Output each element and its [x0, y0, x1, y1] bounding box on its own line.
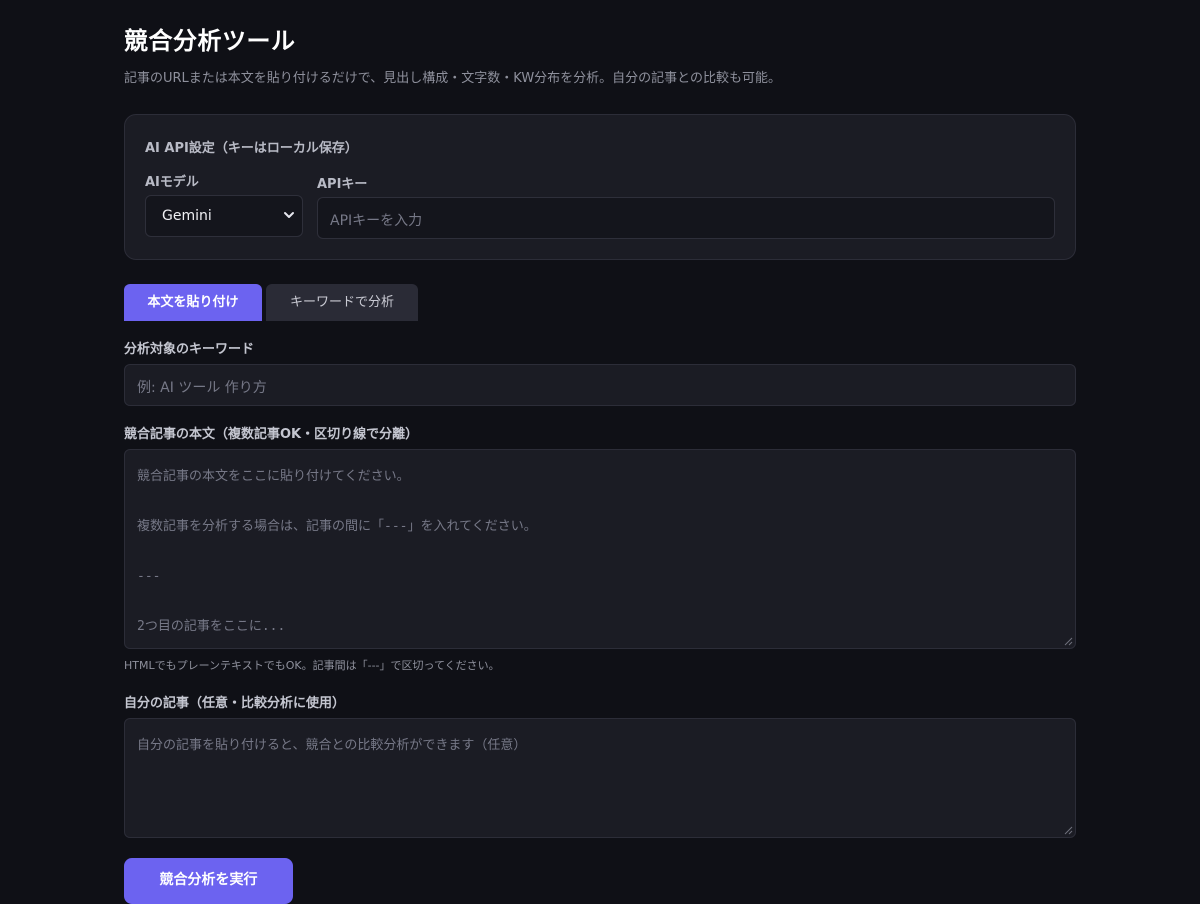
resize-grip-icon[interactable] — [1064, 637, 1073, 646]
tab-keyword-analysis[interactable]: キーワードで分析 — [266, 284, 418, 321]
keyword-label: 分析対象のキーワード — [124, 342, 255, 357]
keyword-input[interactable]: 例: AI ツール 作り方 — [124, 364, 1076, 406]
competitor-text-hint: HTMLでもプレーンテキストでもOK。記事間は「---」で区切ってください。 — [124, 659, 500, 672]
competitor-text-area[interactable]: 競合記事の本文をここに貼り付けてください。 複数記事を分析する場合は、記事の間に… — [124, 449, 1076, 649]
api-settings-title: AI API設定（キーはローカル保存） — [145, 141, 358, 156]
keyword-placeholder: 例: AI ツール 作り方 — [137, 380, 267, 396]
tab-paste-text[interactable]: 本文を貼り付け — [124, 284, 262, 321]
own-article-label: 自分の記事（任意・比較分析に使用） — [124, 696, 346, 711]
api-settings-card: AI API設定（キーはローカル保存） AIモデル Gemini APIキー A… — [124, 114, 1076, 260]
competitor-text-label: 競合記事の本文（複数記事OK・区切り線で分離） — [124, 427, 419, 442]
page-title: 競合分析ツール — [124, 27, 296, 55]
model-select-value: Gemini — [162, 208, 212, 224]
resize-grip-icon[interactable] — [1064, 826, 1073, 835]
model-select[interactable]: Gemini — [145, 195, 303, 237]
page-description: 記事のURLまたは本文を貼り付けるだけで、見出し構成・文字数・KW分布を分析。自… — [124, 71, 782, 86]
api-key-input[interactable]: APIキーを入力 — [317, 197, 1055, 239]
api-key-placeholder: APIキーを入力 — [330, 213, 423, 229]
own-article-placeholder: 自分の記事を貼り付けると、競合との比較分析ができます（任意） — [137, 738, 527, 753]
competitor-text-placeholder: 競合記事の本文をここに貼り付けてください。 複数記事を分析する場合は、記事の間に… — [137, 469, 537, 634]
chevron-down-icon — [284, 212, 294, 218]
api-key-label: APIキー — [317, 177, 368, 192]
own-article-area[interactable]: 自分の記事を貼り付けると、競合との比較分析ができます（任意） — [124, 718, 1076, 838]
model-label: AIモデル — [145, 175, 199, 190]
run-analysis-button[interactable]: 競合分析を実行 — [124, 858, 293, 904]
